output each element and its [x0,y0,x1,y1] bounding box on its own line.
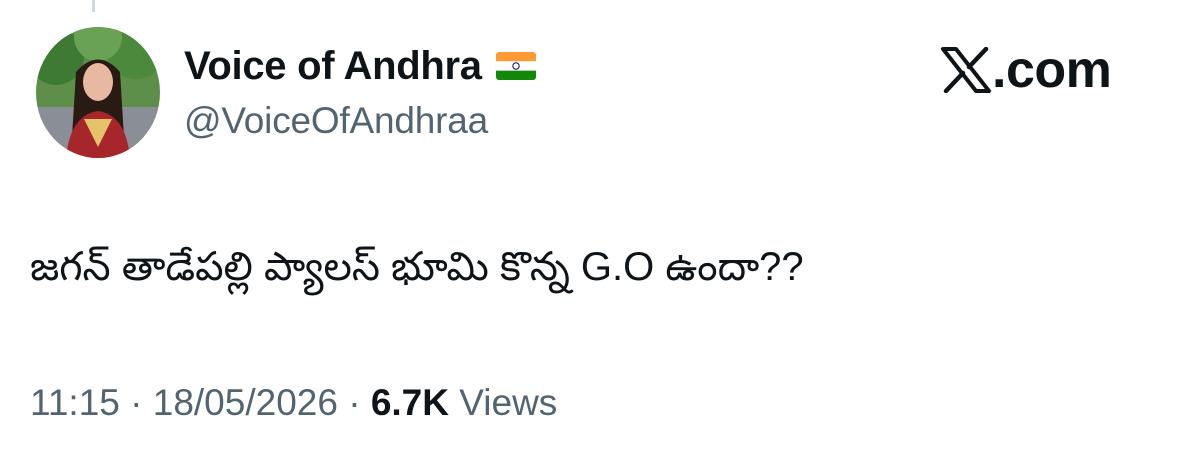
views-count[interactable]: 6.7K [371,382,449,423]
tweet-date[interactable]: 18/05/2026 [153,382,338,423]
author-handle[interactable]: @VoiceOfAndhraa [184,100,488,142]
tweet-time[interactable]: 11:15 [30,382,120,423]
thread-connector-line [92,0,95,12]
tweet-card: Voice of Andhra @VoiceOfAndhraa .com జగన… [0,0,1179,457]
brand-watermark: .com [940,40,1112,100]
author-name-row: Voice of Andhra [184,40,536,92]
x-logo-icon [940,46,992,94]
meta-separator-2: · [337,382,371,423]
india-flag-icon [495,52,536,80]
avatar-image [36,27,160,158]
tweet-body-text: జగన్ తాడేపల్లి ప్యాలస్ భూమి కొన్న G.O ఉం… [30,245,804,289]
brand-domain-text: .com [992,41,1112,99]
tweet-meta: 11:15 · 18/05/2026 · 6.7K Views [30,382,557,424]
views-label: Views [448,382,558,423]
avatar[interactable] [36,27,160,158]
meta-separator: · [119,382,153,423]
author-display-name[interactable]: Voice of Andhra [184,44,482,89]
